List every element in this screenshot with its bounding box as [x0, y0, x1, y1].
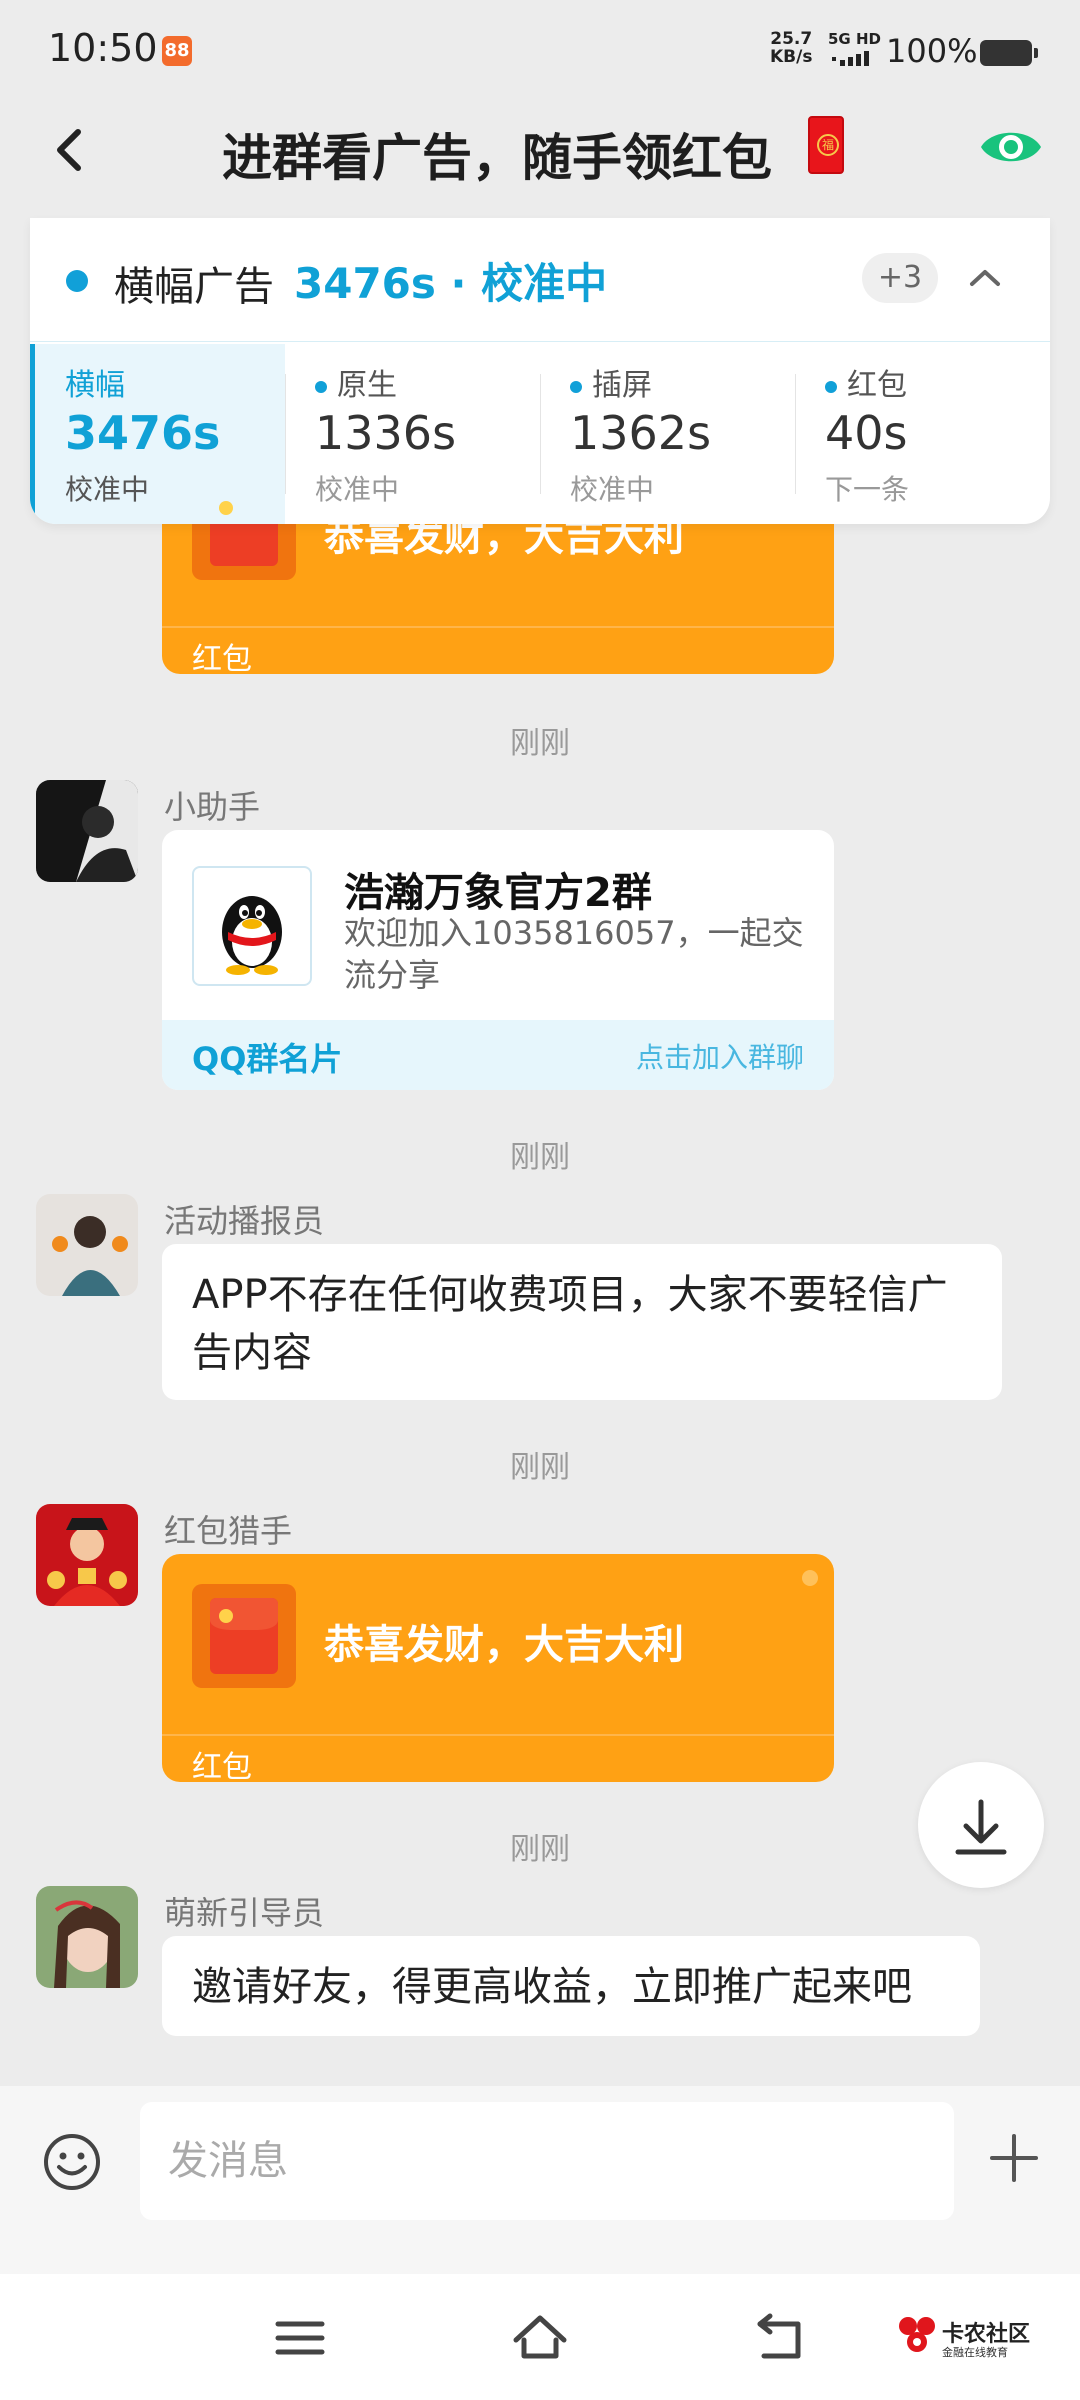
ad-cell-value: 3476s: [65, 406, 221, 460]
status-time: 10:50: [48, 26, 158, 70]
status-bar: 10:50 88 25.7 KB/s 5G HD 100%: [0, 0, 1080, 100]
ad-cell-status: 校准中: [315, 473, 400, 506]
network-speed: 25.7 KB/s: [770, 30, 812, 66]
ad-cell-hongbao[interactable]: 红包 40s 下一条: [795, 344, 1050, 524]
qq-group-card[interactable]: 浩瀚万象官方2群 欢迎加入1035816057，一起交流分享 QQ群名片 点击加…: [162, 830, 834, 1090]
message-input-bar: [0, 2086, 1080, 2274]
avatar-image: [36, 1886, 138, 1988]
ad-cell-banner[interactable]: 横幅 3476s 校准中: [30, 344, 285, 524]
ad-cell-interstitial[interactable]: 插屏 1362s 校准中: [540, 344, 795, 524]
ad-cell-name: 原生: [337, 368, 397, 403]
message-bubble[interactable]: 邀请好友，得更高收益，立即推广起来吧: [162, 1936, 980, 2036]
page-title: 进群看广告，随手领红包: [222, 129, 772, 187]
sender-name: 小助手: [164, 788, 261, 826]
ad-cell-status: 下一条: [825, 473, 910, 506]
message-timestamp: 刚刚: [510, 1450, 570, 1485]
ad-cell-native[interactable]: 原生 1336s 校准中: [285, 344, 540, 524]
ad-cell-status: 校准中: [65, 473, 150, 506]
sender-name: 红包猎手: [164, 1512, 293, 1550]
hongbao-emoji-char: 福: [817, 134, 839, 156]
ad-timer-status: 3476s · 校准中: [294, 259, 608, 308]
avatar[interactable]: [36, 780, 138, 882]
app-notification-icon: 88: [162, 36, 192, 66]
message-timestamp: 刚刚: [510, 726, 570, 761]
ad-cell-name-wrap: 红包: [825, 360, 907, 404]
ad-cells: 横幅 3476s 校准中 原生 1336s 校准中 插屏 1362s 校准中 红…: [30, 344, 1050, 524]
more-count-badge[interactable]: +3: [862, 253, 938, 303]
signal-icon: [832, 51, 869, 66]
unread-dot: [802, 1570, 818, 1586]
avatar[interactable]: [36, 1886, 138, 1988]
chevron-up-icon[interactable]: [960, 256, 1010, 300]
ad-cell-name: 红包: [847, 368, 907, 403]
avatar[interactable]: [36, 1194, 138, 1296]
back-icon[interactable]: [40, 120, 100, 180]
home-icon[interactable]: [510, 2310, 570, 2366]
hongbao-body: 恭喜发财，大吉大利: [162, 1554, 834, 1734]
network-type: 5G HD: [828, 30, 881, 48]
ad-panel-header[interactable]: 横幅广告 3476s · 校准中 +3: [30, 218, 1050, 342]
hongbao-emoji-icon: 福: [808, 116, 844, 174]
hongbao-greeting: 恭喜发财，大吉大利: [324, 1622, 684, 1668]
return-icon[interactable]: [750, 2310, 810, 2366]
menu-icon[interactable]: [270, 2310, 330, 2366]
watermark-logo-icon: [899, 2317, 935, 2352]
status-dot-icon: [66, 270, 88, 292]
avatar[interactable]: [36, 1504, 138, 1606]
avatar-image: [36, 1194, 138, 1296]
ad-cell-value: 1362s: [570, 406, 712, 460]
eye-icon[interactable]: [978, 122, 1044, 172]
ad-status-panel: 横幅广告 3476s · 校准中 +3 横幅 3476s 校准中 原生 1336…: [30, 218, 1050, 524]
ad-cell-value: 1336s: [315, 406, 457, 460]
ad-type-label: 横幅广告: [114, 264, 274, 310]
sender-name: 活动播报员: [164, 1202, 325, 1240]
ad-cell-name-wrap: 原生: [315, 360, 397, 404]
scroll-to-bottom-button[interactable]: [918, 1762, 1044, 1888]
battery-icon: [980, 40, 1038, 66]
message-bubble[interactable]: APP不存在任何收费项目，大家不要轻信广告内容: [162, 1244, 1002, 1400]
title-bar: 进群看广告，随手领红包 福: [0, 100, 1080, 218]
download-icon: [955, 1799, 1007, 1855]
join-group-link[interactable]: 点击加入群聊: [636, 1036, 804, 1076]
hongbao-message[interactable]: 恭喜发财，大吉大利 红包: [162, 1554, 834, 1782]
emoji-icon[interactable]: [42, 2132, 102, 2192]
ad-cell-status: 校准中: [570, 473, 655, 506]
qq-group-desc: 欢迎加入1035816057，一起交流分享: [344, 914, 804, 994]
avatar-image: [36, 780, 138, 882]
hongbao-label: 红包: [192, 642, 252, 674]
qq-card-type: QQ群名片: [192, 1040, 343, 1078]
hongbao-envelope-icon: [192, 1584, 296, 1688]
ad-cell-name: 横幅: [65, 368, 125, 403]
community-watermark: 卡农社区 金融在线教育: [896, 2314, 1036, 2364]
message-input[interactable]: [140, 2102, 954, 2220]
sender-name: 萌新引导员: [164, 1894, 325, 1932]
plus-icon[interactable]: [988, 2132, 1040, 2184]
ad-cell-name-wrap: 插屏: [570, 360, 652, 404]
watermark-subtitle: 金融在线教育: [942, 2346, 1008, 2359]
network-speed-unit: KB/s: [770, 47, 813, 67]
qq-group-name: 浩瀚万象官方2群: [344, 870, 652, 916]
ad-cell-name: 插屏: [592, 368, 652, 403]
system-nav-bar: 卡农社区 金融在线教育: [0, 2274, 1080, 2400]
avatar-image: [36, 1504, 138, 1606]
network-speed-value: 25.7: [770, 29, 813, 49]
hongbao-label: 红包: [192, 1750, 252, 1782]
battery-percent: 100%: [886, 32, 978, 70]
qq-card-footer[interactable]: QQ群名片 点击加入群聊: [162, 1020, 834, 1090]
message-timestamp: 刚刚: [510, 1140, 570, 1175]
ad-cell-value: 40s: [825, 406, 908, 460]
qq-penguin-icon: [192, 866, 312, 986]
